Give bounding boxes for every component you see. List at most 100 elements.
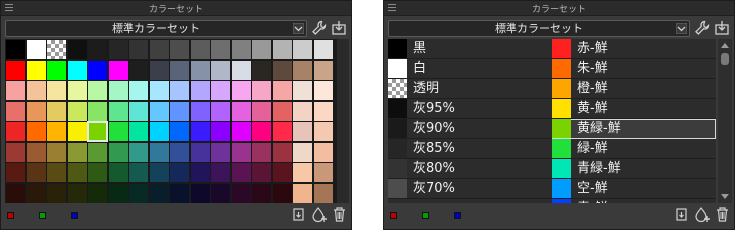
color-swatch[interactable]: [231, 81, 251, 100]
color-swatch[interactable]: [88, 40, 107, 59]
color-list-item[interactable]: 灰80%: [388, 159, 552, 179]
color-swatch[interactable]: [67, 81, 87, 100]
color-swatch[interactable]: [211, 60, 230, 80]
color-swatch[interactable]: [293, 81, 312, 100]
color-list-item[interactable]: 灰90%: [388, 119, 552, 139]
color-swatch[interactable]: [313, 40, 333, 59]
color-swatch[interactable]: [231, 60, 251, 80]
color-swatch[interactable]: [170, 101, 189, 121]
color-swatch[interactable]: [26, 101, 46, 121]
color-swatch[interactable]: [170, 163, 189, 182]
color-swatch[interactable]: [88, 60, 107, 80]
color-swatch[interactable]: [313, 101, 333, 121]
color-swatch[interactable]: [149, 40, 169, 59]
color-swatch[interactable]: [47, 81, 66, 100]
color-swatch[interactable]: [272, 183, 292, 203]
color-swatch[interactable]: [47, 142, 66, 162]
import-icon[interactable]: [331, 20, 347, 36]
color-swatch[interactable]: [252, 60, 271, 80]
color-swatch[interactable]: [108, 142, 128, 162]
color-swatch[interactable]: [26, 163, 46, 182]
color-swatch[interactable]: [252, 183, 271, 203]
color-swatch[interactable]: [190, 142, 210, 162]
color-swatch[interactable]: [252, 101, 271, 121]
color-swatch[interactable]: [272, 163, 292, 182]
color-swatch[interactable]: [26, 40, 46, 59]
color-swatch[interactable]: [87, 121, 108, 142]
color-swatch[interactable]: [108, 183, 128, 203]
color-swatch[interactable]: [272, 142, 292, 162]
wrench-icon[interactable]: [311, 20, 327, 36]
color-list-item[interactable]: 白: [388, 59, 552, 79]
import-icon[interactable]: [714, 20, 730, 36]
color-swatch[interactable]: [170, 122, 189, 141]
color-list-item[interactable]: 空-鮮: [552, 179, 716, 199]
color-set-dropdown[interactable]: 標準カラーセット: [388, 20, 690, 37]
color-swatch[interactable]: [6, 163, 25, 182]
color-swatch[interactable]: [88, 163, 107, 182]
color-list-item[interactable]: 黄-鮮: [552, 99, 716, 119]
color-list-item[interactable]: 緑-鮮: [552, 139, 716, 159]
color-swatch[interactable]: [313, 60, 333, 80]
color-swatch[interactable]: [190, 122, 210, 141]
color-swatch[interactable]: [272, 60, 292, 80]
color-swatch[interactable]: [88, 81, 107, 100]
color-swatch[interactable]: [67, 40, 87, 59]
color-swatch[interactable]: [6, 122, 25, 141]
color-swatch[interactable]: [6, 183, 25, 203]
color-swatch[interactable]: [211, 122, 230, 141]
color-swatch[interactable]: [149, 60, 169, 80]
add-color-icon[interactable]: [694, 206, 711, 223]
color-swatch[interactable]: [293, 122, 312, 141]
color-swatch[interactable]: [47, 60, 66, 80]
color-swatch[interactable]: [231, 183, 251, 203]
color-swatch[interactable]: [129, 60, 148, 80]
color-swatch[interactable]: [293, 163, 312, 182]
color-swatch[interactable]: [231, 40, 251, 59]
color-swatch[interactable]: [26, 81, 46, 100]
scroll-thumb[interactable]: [721, 53, 729, 65]
blue-channel-chip[interactable]: [71, 212, 78, 219]
wrench-icon[interactable]: [694, 20, 710, 36]
scroll-up-arrow-icon[interactable]: [721, 43, 729, 48]
list-scrollbar[interactable]: [718, 39, 732, 203]
color-swatch[interactable]: [149, 183, 169, 203]
color-swatch[interactable]: [149, 81, 169, 100]
color-swatch[interactable]: [272, 122, 292, 141]
color-swatch[interactable]: [170, 40, 189, 59]
color-swatch[interactable]: [67, 60, 87, 80]
color-list-item[interactable]: 灰85%: [388, 139, 552, 159]
replace-color-icon[interactable]: [673, 206, 690, 223]
color-swatch[interactable]: [88, 101, 107, 121]
color-swatch[interactable]: [129, 40, 148, 59]
color-swatch[interactable]: [149, 122, 169, 141]
color-swatch[interactable]: [149, 101, 169, 121]
color-swatch[interactable]: [190, 81, 210, 100]
color-swatch[interactable]: [293, 142, 312, 162]
color-swatch[interactable]: [129, 163, 148, 182]
color-list-item[interactable]: 灰70%: [388, 179, 552, 199]
red-channel-chip[interactable]: [7, 212, 14, 219]
color-swatch[interactable]: [231, 101, 251, 121]
color-swatch[interactable]: [47, 101, 66, 121]
color-swatch[interactable]: [231, 163, 251, 182]
color-swatch[interactable]: [6, 101, 25, 121]
color-swatch[interactable]: [67, 142, 87, 162]
color-swatch[interactable]: [47, 122, 66, 141]
color-swatch[interactable]: [108, 81, 128, 100]
color-swatch[interactable]: [272, 101, 292, 121]
color-swatch[interactable]: [88, 183, 107, 203]
color-list-item[interactable]: 橙-鮮: [552, 79, 716, 99]
add-color-icon[interactable]: [311, 206, 328, 223]
color-swatch[interactable]: [129, 81, 148, 100]
color-swatch[interactable]: [313, 81, 333, 100]
color-swatch[interactable]: [293, 101, 312, 121]
color-swatch[interactable]: [293, 60, 312, 80]
color-swatch[interactable]: [6, 142, 25, 162]
color-swatch[interactable]: [47, 163, 66, 182]
color-swatch[interactable]: [149, 142, 169, 162]
color-swatch[interactable]: [231, 142, 251, 162]
color-swatch[interactable]: [108, 163, 128, 182]
color-swatch[interactable]: [108, 101, 128, 121]
blue-channel-chip[interactable]: [454, 212, 461, 219]
